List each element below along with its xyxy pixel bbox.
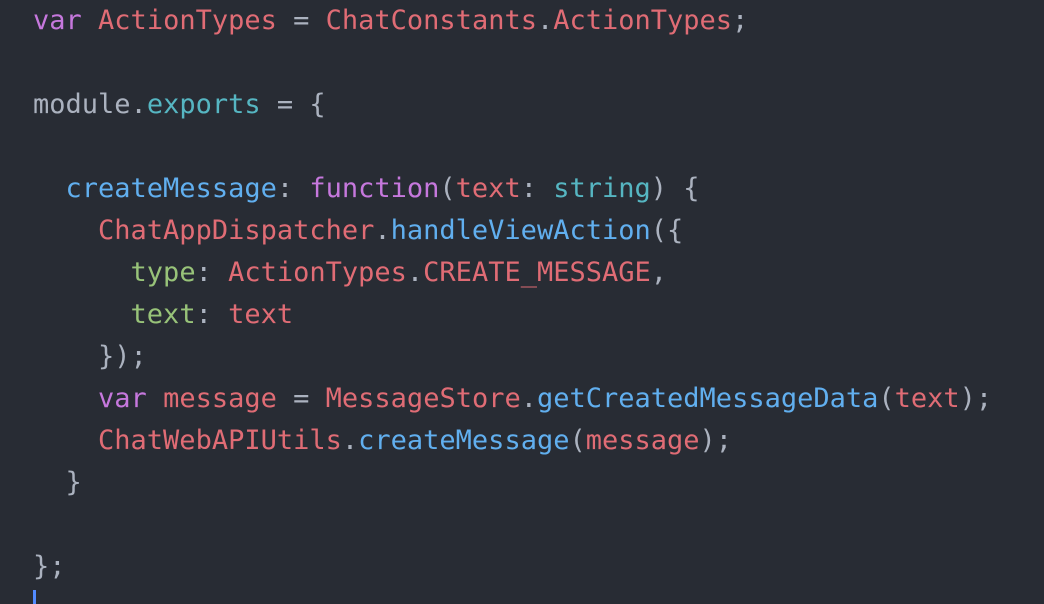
code-token: };	[33, 551, 66, 582]
code-token: type	[130, 257, 196, 288]
code-line[interactable]: createMessage: function(text: string) {	[33, 168, 992, 210]
code-token: });	[33, 341, 147, 372]
code-token: handleViewAction	[390, 215, 651, 246]
code-token: :	[520, 173, 554, 204]
code-token: =	[276, 5, 326, 36]
code-token: exports	[146, 89, 261, 120]
code-token: (	[569, 425, 586, 456]
code-line[interactable]: };	[33, 546, 992, 588]
code-token: ActionTypes	[98, 5, 277, 36]
code-token: string	[553, 173, 651, 204]
code-token: module	[33, 89, 131, 120]
code-line[interactable]: module.exports = {	[33, 84, 992, 126]
code-token: }	[33, 467, 82, 498]
code-token: .	[130, 89, 147, 120]
code-token: text	[455, 173, 521, 204]
code-line[interactable]: ChatWebAPIUtils.createMessage(message);	[33, 420, 992, 462]
code-line[interactable]: }	[33, 462, 992, 504]
code-token: = {	[260, 89, 326, 120]
code-token: =	[276, 383, 326, 414]
code-token: ChatConstants	[325, 5, 537, 36]
code-token: text	[130, 299, 196, 330]
code-token: (	[439, 173, 456, 204]
code-token: ,	[650, 257, 668, 288]
code-token: );	[699, 425, 733, 456]
code-token: text	[894, 383, 960, 414]
code-text[interactable]: var ActionTypes = ChatConstants.ActionTy…	[33, 0, 992, 588]
code-token: .	[341, 425, 359, 456]
code-token: ({	[650, 215, 684, 246]
code-token: ) {	[650, 173, 700, 204]
code-token: .	[406, 257, 424, 288]
code-token: ActionTypes	[553, 5, 733, 36]
code-line[interactable]	[33, 126, 992, 168]
code-token: :	[195, 299, 229, 330]
code-token: var	[98, 383, 147, 414]
code-token: );	[959, 383, 993, 414]
code-token: CREATE_MESSAGE	[423, 257, 651, 288]
code-token: .	[520, 383, 537, 414]
code-token: message	[585, 425, 700, 456]
text-cursor	[33, 590, 36, 604]
code-token: ;	[732, 5, 749, 36]
code-token: createMessage	[65, 173, 277, 204]
code-line[interactable]: ChatAppDispatcher.handleViewAction({	[33, 210, 992, 252]
code-token: :	[276, 173, 310, 204]
code-token: :	[195, 257, 229, 288]
code-token: createMessage	[358, 425, 570, 456]
code-line[interactable]: var message = MessageStore.getCreatedMes…	[33, 378, 992, 420]
code-token: ChatAppDispatcher	[98, 215, 375, 246]
code-token: .	[536, 5, 554, 36]
code-line[interactable]	[33, 42, 992, 84]
code-token: ChatWebAPIUtils	[98, 425, 342, 456]
code-editor[interactable]: var ActionTypes = ChatConstants.ActionTy…	[0, 0, 1044, 604]
code-token: function	[309, 173, 440, 204]
code-token: (	[878, 383, 895, 414]
code-line[interactable]: var ActionTypes = ChatConstants.ActionTy…	[33, 0, 992, 42]
code-token: text	[228, 299, 294, 330]
code-token: .	[374, 215, 391, 246]
code-line[interactable]: text: text	[33, 294, 992, 336]
code-line[interactable]: type: ActionTypes.CREATE_MESSAGE,	[33, 252, 992, 294]
code-token: var	[33, 5, 82, 36]
code-token: getCreatedMessageData	[537, 383, 879, 414]
code-token: ActionTypes	[228, 257, 407, 288]
code-token: MessageStore	[325, 383, 521, 414]
code-token: message	[163, 383, 277, 414]
code-line[interactable]	[33, 504, 992, 546]
code-line[interactable]: });	[33, 336, 992, 378]
